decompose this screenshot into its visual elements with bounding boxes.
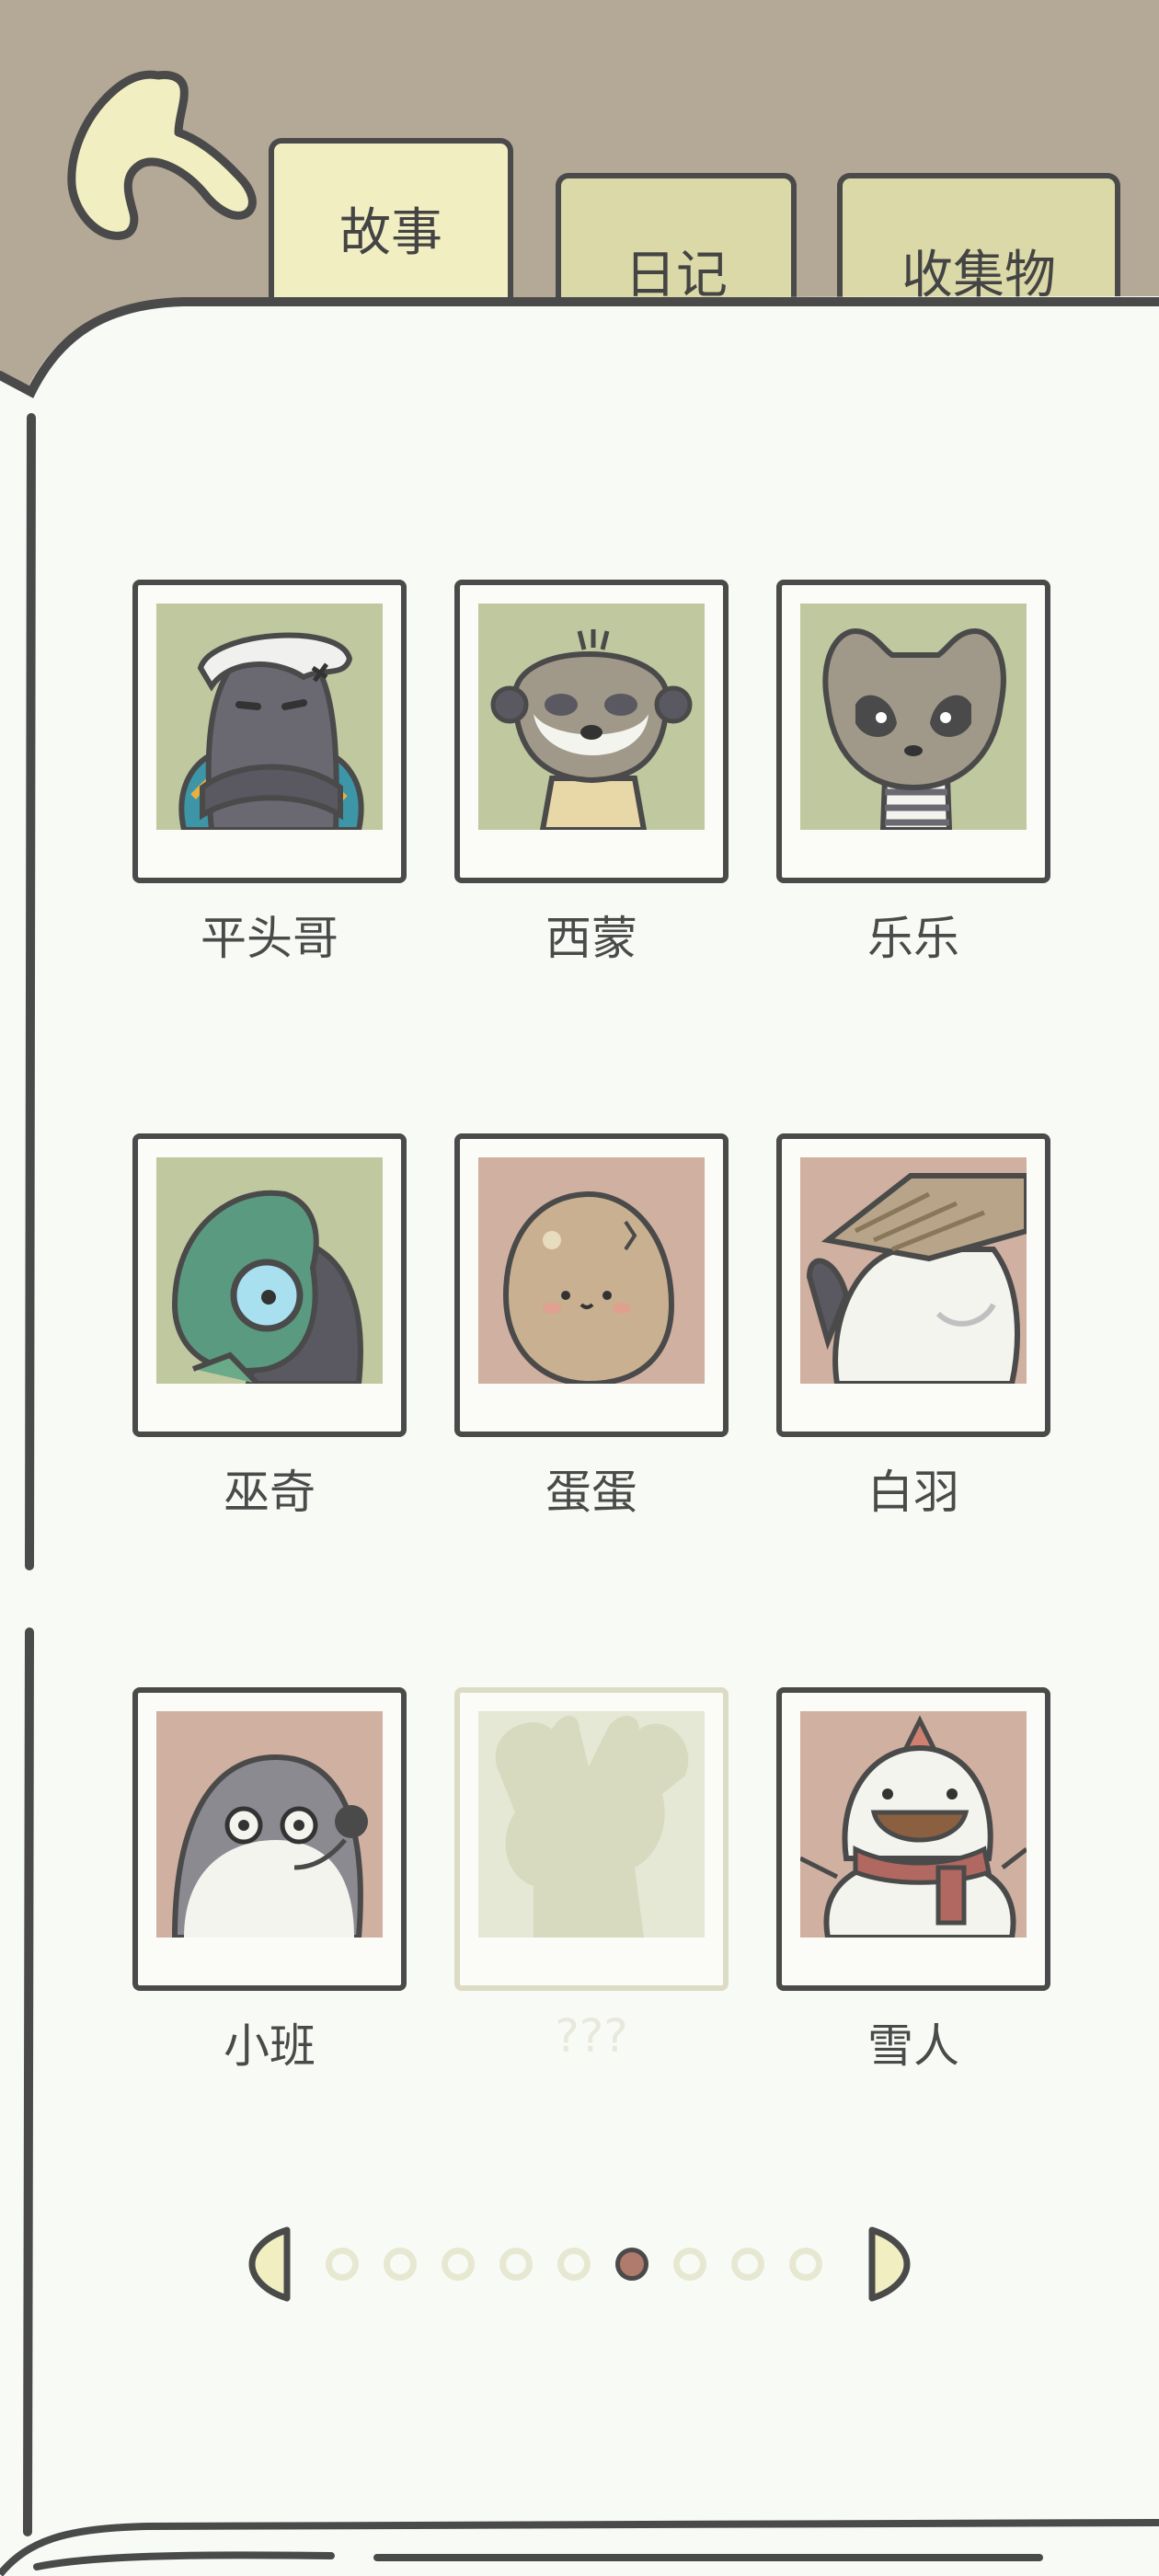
character-card-9[interactable] xyxy=(776,1687,1050,1991)
prev-page-icon[interactable] xyxy=(247,2225,296,2304)
character-card-2[interactable] xyxy=(454,580,729,883)
raccoon-portrait-icon xyxy=(800,604,1027,830)
character-name-locked: ??? xyxy=(555,2009,628,2063)
page-dot[interactable] xyxy=(326,2248,359,2281)
meerkat-portrait-icon xyxy=(478,604,705,830)
page-dot[interactable] xyxy=(499,2248,533,2281)
page-dot[interactable] xyxy=(384,2248,417,2281)
character-portrait xyxy=(800,1157,1027,1384)
page-dot[interactable] xyxy=(789,2248,822,2281)
character-portrait xyxy=(156,1157,383,1384)
page-dot[interactable] xyxy=(731,2248,764,2281)
page-dot[interactable] xyxy=(442,2248,475,2281)
character-card-8-locked[interactable] xyxy=(454,1687,729,1991)
next-page-icon[interactable] xyxy=(863,2225,912,2304)
honey-badger-portrait-icon xyxy=(156,604,383,830)
character-portrait xyxy=(800,604,1027,830)
character-card-1[interactable] xyxy=(132,580,407,883)
character-portrait xyxy=(156,604,383,830)
character-name: 平头哥 xyxy=(201,912,339,965)
potato-egg-portrait-icon xyxy=(478,1157,705,1384)
character-name: 西蒙 xyxy=(545,912,637,965)
page-dot-active[interactable] xyxy=(615,2248,648,2281)
character-name: 蛋蛋 xyxy=(545,1466,637,1519)
game-screen: 故事 日记 收集物 平头哥 西蒙 乐乐 巫奇 蛋蛋 白羽 小班 ??? 雪人 xyxy=(0,0,1159,2576)
moose-silhouette-icon xyxy=(478,1711,705,1938)
white-bird-portrait-icon xyxy=(800,1157,1027,1384)
character-card-7[interactable] xyxy=(132,1687,407,1991)
tab-diary[interactable]: 日记 xyxy=(556,173,797,313)
character-portrait xyxy=(156,1711,383,1938)
character-name: 白羽 xyxy=(867,1466,959,1519)
page-dot[interactable] xyxy=(557,2248,591,2281)
snowman-portrait-icon xyxy=(800,1711,1027,1938)
character-portrait xyxy=(478,1157,705,1384)
character-name: 小班 xyxy=(224,2019,316,2073)
character-name: 雪人 xyxy=(867,2019,959,2073)
character-name: 乐乐 xyxy=(867,912,959,965)
character-portrait xyxy=(478,1711,705,1938)
chameleon-portrait-icon xyxy=(156,1157,383,1384)
tab-story-label: 故事 xyxy=(339,203,442,263)
character-card-4[interactable] xyxy=(132,1133,407,1437)
character-portrait xyxy=(478,604,705,830)
seal-portrait-icon xyxy=(156,1711,383,1938)
tab-story[interactable]: 故事 xyxy=(269,138,513,313)
page-dot[interactable] xyxy=(673,2248,706,2281)
character-portrait xyxy=(800,1711,1027,1938)
character-card-6[interactable] xyxy=(776,1133,1050,1437)
character-card-3[interactable] xyxy=(776,580,1050,883)
character-card-5[interactable] xyxy=(454,1133,729,1437)
back-arrow-icon[interactable] xyxy=(57,64,259,248)
tab-collection[interactable]: 收集物 xyxy=(837,173,1120,313)
character-name: 巫奇 xyxy=(224,1466,316,1519)
